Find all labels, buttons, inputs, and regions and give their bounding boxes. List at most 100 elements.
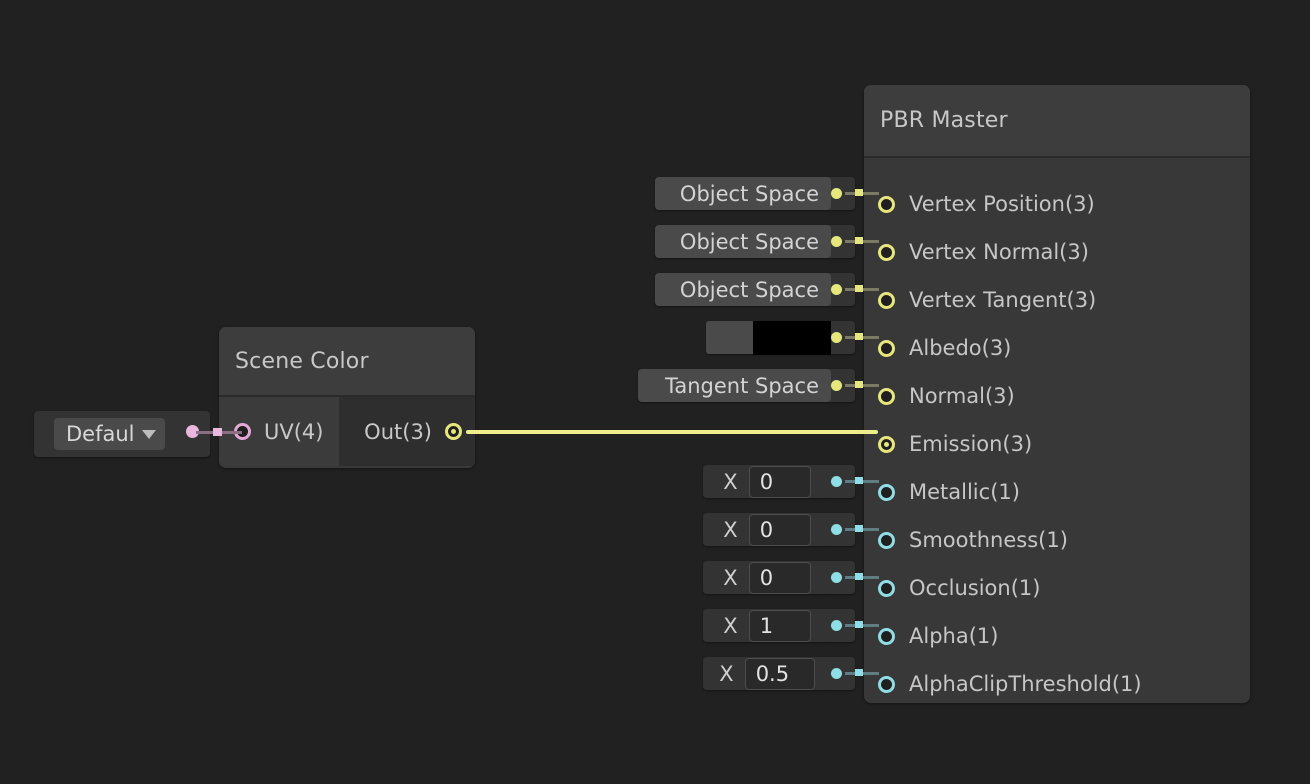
slot-label-albedo: Albedo(3) bbox=[909, 336, 1012, 360]
port-emission[interactable] bbox=[878, 435, 895, 453]
wire-tick-uv-default bbox=[213, 428, 222, 436]
control-dot-vertex-position[interactable] bbox=[831, 188, 842, 199]
control-smoothness-value[interactable]: X 0 bbox=[703, 513, 855, 546]
slot-row-alpha-clip-threshold[interactable]: AlphaClipThreshold(1) bbox=[864, 660, 1250, 703]
control-alpha-value[interactable]: X 1 bbox=[703, 609, 855, 642]
control-dot-vertex-tangent[interactable] bbox=[831, 284, 842, 295]
control-smoothness-field[interactable]: X 0 bbox=[703, 513, 831, 546]
port-normal[interactable] bbox=[878, 387, 895, 405]
wire-tick-smoothness bbox=[855, 525, 863, 532]
control-occlusion-field[interactable]: X 0 bbox=[703, 561, 831, 594]
control-alpha-clip-threshold-field[interactable]: X 0.5 bbox=[703, 657, 831, 690]
slot-label-vertex-normal: Vertex Normal(3) bbox=[909, 240, 1089, 264]
port-albedo[interactable] bbox=[878, 339, 895, 357]
control-metallic-axis-label: X bbox=[723, 469, 738, 494]
control-alpha-input[interactable]: 1 bbox=[748, 609, 811, 642]
control-dot-vertex-normal[interactable] bbox=[831, 236, 842, 247]
slot-label-emission: Emission(3) bbox=[909, 432, 1033, 456]
wire-tick-occlusion bbox=[855, 573, 863, 580]
control-dot-smoothness[interactable] bbox=[831, 524, 842, 535]
slot-row-emission[interactable]: Emission(3) bbox=[864, 420, 1250, 468]
wire-scene-color-out-to-emission bbox=[466, 430, 878, 434]
albedo-color-swatch[interactable] bbox=[753, 320, 831, 355]
scene-color-output-slot[interactable]: Out(3) bbox=[339, 397, 475, 466]
slot-row-albedo[interactable]: Albedo(3) bbox=[864, 324, 1250, 372]
control-vertex-normal-space-value: Object Space bbox=[679, 229, 819, 254]
control-smoothness-input[interactable]: 0 bbox=[748, 513, 811, 546]
control-dot-normal[interactable] bbox=[831, 380, 842, 391]
wire-tick-vertex-tangent bbox=[855, 285, 863, 292]
control-vertex-position-space-value: Object Space bbox=[679, 181, 819, 206]
control-dot-albedo[interactable] bbox=[831, 332, 842, 343]
wire-tick-vertex-position bbox=[855, 189, 863, 196]
wire-tick-metallic bbox=[855, 477, 863, 484]
control-normal-space-field[interactable]: Tangent Space bbox=[638, 369, 831, 402]
control-dot-occlusion[interactable] bbox=[831, 572, 842, 583]
wire-tick-vertex-normal bbox=[855, 237, 863, 244]
wire-tick-normal bbox=[855, 381, 863, 388]
control-albedo-color[interactable] bbox=[706, 320, 855, 355]
chevron-down-icon[interactable] bbox=[141, 429, 156, 439]
port-alpha-clip-threshold[interactable] bbox=[878, 675, 895, 693]
control-dot-metallic[interactable] bbox=[831, 476, 842, 487]
control-alpha-clip-threshold-axis-label: X bbox=[719, 661, 734, 686]
pbr-master-title: PBR Master bbox=[880, 108, 1008, 133]
slot-row-smoothness[interactable]: Smoothness(1) bbox=[864, 516, 1250, 564]
scene-color-header[interactable]: Scene Color bbox=[219, 327, 475, 397]
node-uv-default[interactable]: Defaul bbox=[34, 411, 210, 457]
control-dot-alpha[interactable] bbox=[831, 620, 842, 631]
port-smoothness[interactable] bbox=[878, 531, 895, 549]
control-albedo-color-field[interactable] bbox=[706, 320, 831, 355]
slot-label-alpha: Alpha(1) bbox=[909, 624, 999, 648]
scene-color-uv-label: UV(4) bbox=[264, 419, 324, 444]
control-occlusion-value[interactable]: X 0 bbox=[703, 561, 855, 594]
control-smoothness-axis-label: X bbox=[723, 517, 738, 542]
control-occlusion-axis-label: X bbox=[723, 565, 738, 590]
control-alpha-clip-threshold-value[interactable]: X 0.5 bbox=[703, 657, 855, 690]
control-vertex-tangent-space-field[interactable]: Object Space bbox=[655, 273, 831, 306]
pbr-master-header[interactable]: PBR Master bbox=[864, 85, 1250, 158]
control-vertex-position-space-field[interactable]: Object Space bbox=[655, 177, 831, 210]
slot-label-vertex-position: Vertex Position(3) bbox=[909, 192, 1095, 216]
slot-label-smoothness: Smoothness(1) bbox=[909, 528, 1068, 552]
slot-row-alpha[interactable]: Alpha(1) bbox=[864, 612, 1250, 660]
control-vertex-tangent-space-value: Object Space bbox=[679, 277, 819, 302]
port-scene-color-out[interactable] bbox=[445, 423, 462, 440]
port-metallic[interactable] bbox=[878, 483, 895, 501]
slot-row-occlusion[interactable]: Occlusion(1) bbox=[864, 564, 1250, 612]
shader-graph-canvas[interactable]: PBR Master Vertex Position(3) Vertex Nor… bbox=[0, 0, 1310, 784]
port-vertex-position[interactable] bbox=[878, 195, 895, 213]
control-normal-space[interactable]: Tangent Space bbox=[638, 369, 855, 402]
port-occlusion[interactable] bbox=[878, 579, 895, 597]
port-vertex-tangent[interactable] bbox=[878, 291, 895, 309]
control-vertex-normal-space-field[interactable]: Object Space bbox=[655, 225, 831, 258]
slot-row-vertex-normal[interactable]: Vertex Normal(3) bbox=[864, 228, 1250, 276]
uv-default-dropdown-value: Defaul bbox=[66, 422, 135, 446]
slot-label-vertex-tangent: Vertex Tangent(3) bbox=[909, 288, 1097, 312]
slot-label-occlusion: Occlusion(1) bbox=[909, 576, 1041, 600]
control-metallic-field[interactable]: X 0 bbox=[703, 465, 831, 498]
port-alpha[interactable] bbox=[878, 627, 895, 645]
slot-row-vertex-tangent[interactable]: Vertex Tangent(3) bbox=[864, 276, 1250, 324]
control-vertex-position-space[interactable]: Object Space bbox=[655, 177, 855, 210]
slot-row-normal[interactable]: Normal(3) bbox=[864, 372, 1250, 420]
control-dot-alpha-clip-threshold[interactable] bbox=[831, 668, 842, 679]
slot-label-metallic: Metallic(1) bbox=[909, 480, 1020, 504]
control-metallic-value[interactable]: X 0 bbox=[703, 465, 855, 498]
control-alpha-field[interactable]: X 1 bbox=[703, 609, 831, 642]
slot-row-metallic[interactable]: Metallic(1) bbox=[864, 468, 1250, 516]
control-vertex-normal-space[interactable]: Object Space bbox=[655, 225, 855, 258]
control-occlusion-input[interactable]: 0 bbox=[748, 561, 811, 594]
control-vertex-tangent-space[interactable]: Object Space bbox=[655, 273, 855, 306]
control-alpha-clip-threshold-input[interactable]: 0.5 bbox=[744, 657, 815, 690]
port-vertex-normal[interactable] bbox=[878, 243, 895, 261]
control-metallic-input[interactable]: 0 bbox=[748, 465, 811, 498]
node-scene-color[interactable]: Scene Color UV(4) Out(3) bbox=[219, 327, 475, 468]
slot-row-vertex-position[interactable]: Vertex Position(3) bbox=[864, 180, 1250, 228]
pbr-master-slot-list: Vertex Position(3) Vertex Normal(3) Vert… bbox=[864, 158, 1250, 703]
node-pbr-master[interactable]: PBR Master Vertex Position(3) Vertex Nor… bbox=[864, 85, 1250, 703]
wire-tick-albedo bbox=[855, 333, 863, 340]
scene-color-out-label: Out(3) bbox=[364, 419, 432, 444]
control-normal-space-value: Tangent Space bbox=[665, 373, 819, 398]
uv-default-dropdown[interactable]: Defaul bbox=[54, 418, 165, 450]
